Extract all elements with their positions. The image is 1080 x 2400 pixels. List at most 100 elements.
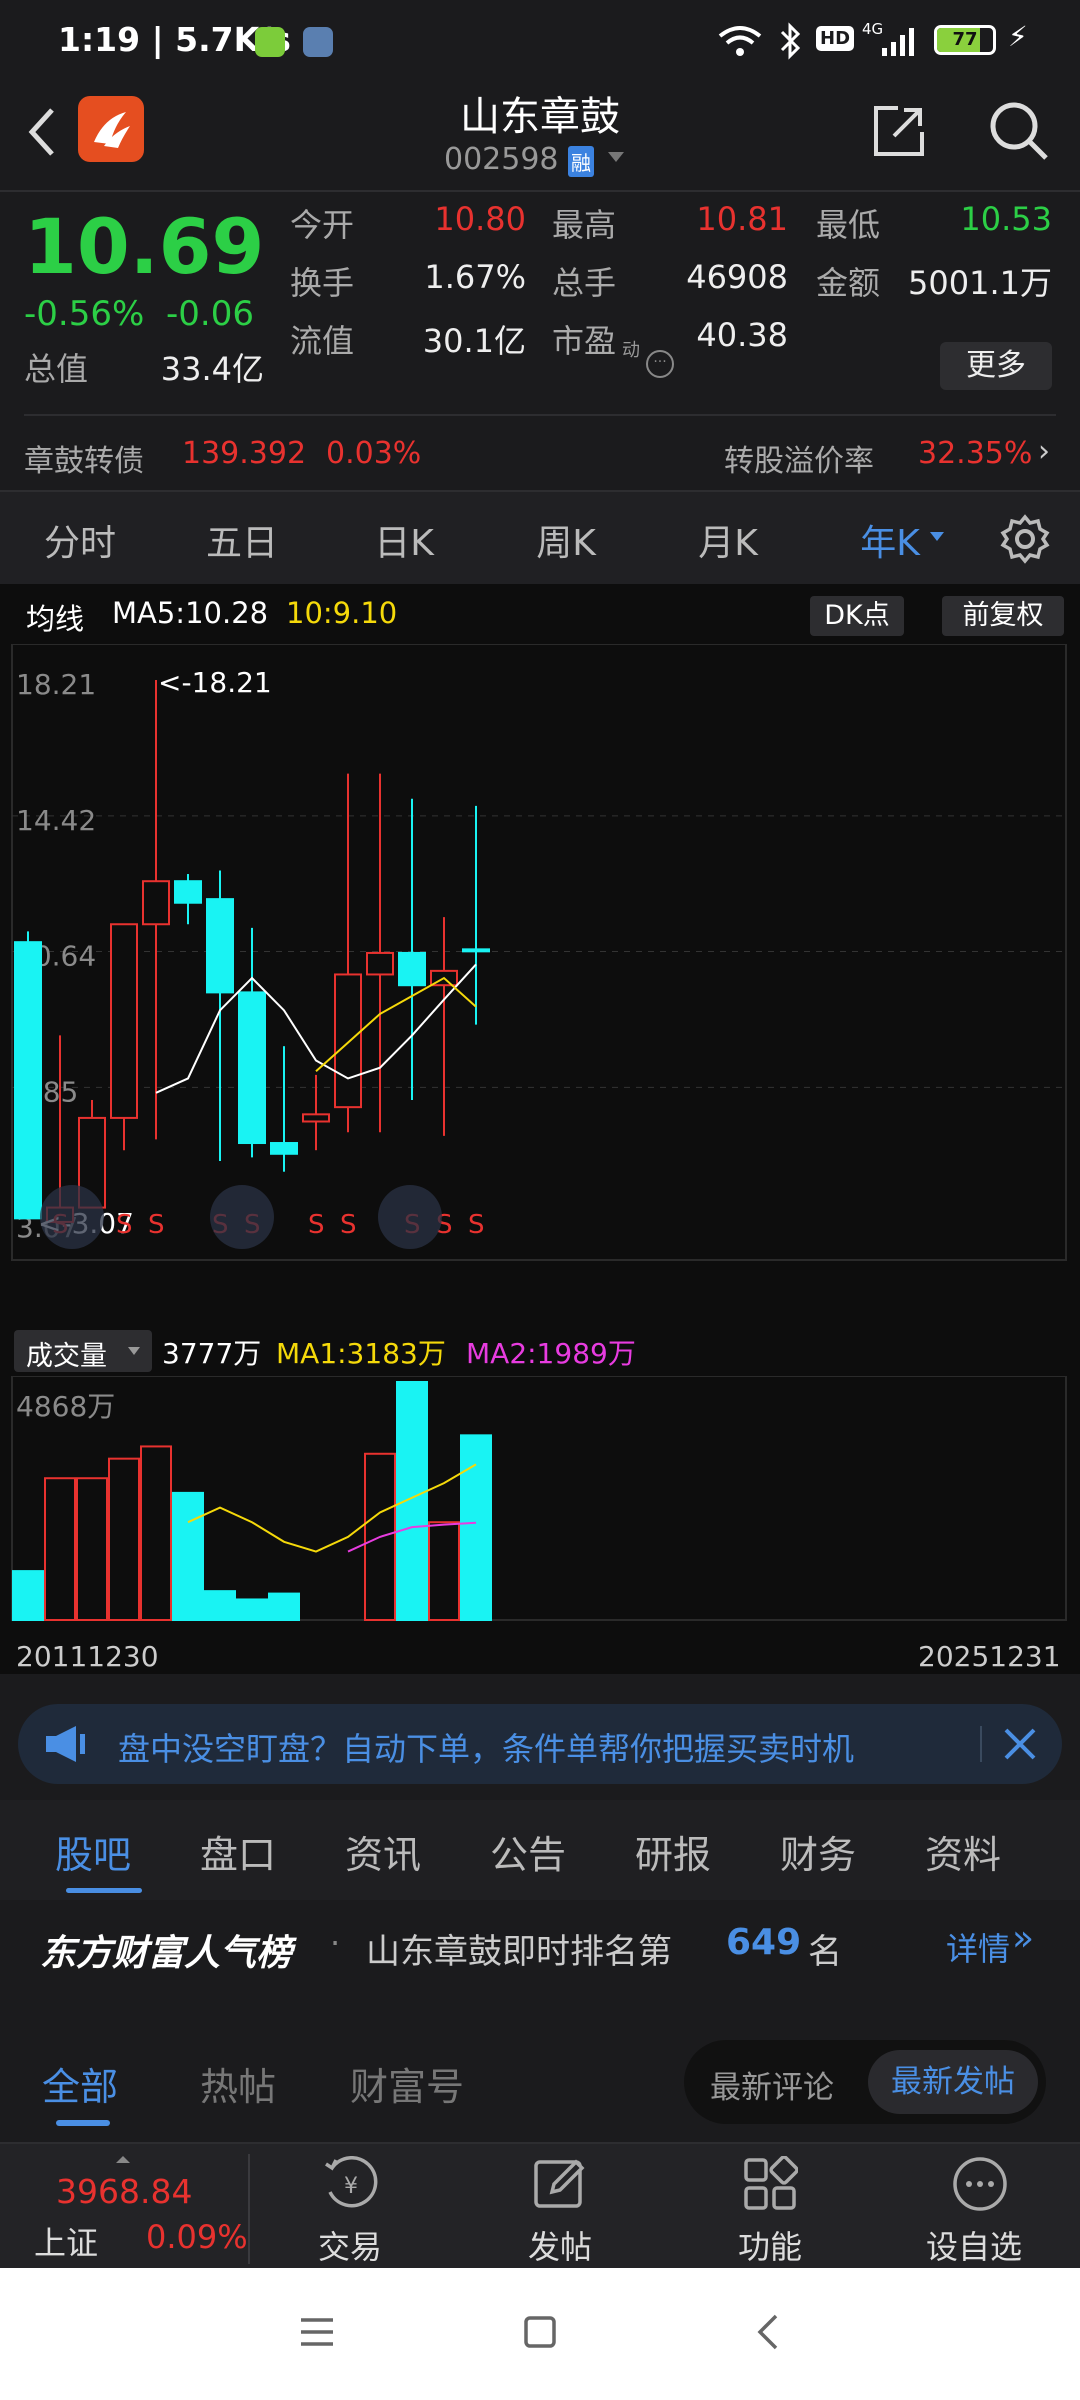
tab-hot[interactable]: 热帖 [200, 2056, 276, 2111]
section-tab[interactable]: 财务 [755, 1824, 881, 1879]
adjust-button[interactable]: 前复权 [942, 596, 1064, 636]
section-tab[interactable]: 研报 [610, 1824, 736, 1879]
nav-trade[interactable]: ¥ 交易 [280, 2144, 420, 2270]
rank-number: 649 [726, 1922, 802, 1963]
zoom-fullscreen-icon[interactable] [378, 1185, 442, 1249]
hd-icon: HD [816, 26, 855, 51]
kline-panel: 均线 MA5:10.28 10:9.10 DK点 前复权 18.21 14.42 1… [0, 584, 1080, 1674]
quote-label: 今开 [290, 206, 355, 244]
volume-bar [460, 1434, 492, 1622]
active-tab-indicator [66, 1888, 142, 1893]
chart-tab[interactable]: 日K [344, 514, 464, 566]
close-icon[interactable] [1002, 1726, 1038, 1762]
section-tab[interactable]: 资料 [900, 1824, 1026, 1879]
banner-text: 盘中没空盯盘？自动下单，条件单帮你把握买卖时机 [118, 1730, 855, 1768]
dk-button[interactable]: DK点 [810, 596, 904, 636]
convertible-bond-row[interactable]: 章鼓转债 139.392 0.03% 转股溢价率 32.35% › [0, 416, 1080, 492]
volume-bar [172, 1491, 204, 1621]
double-chevron-icon: » [1012, 1918, 1035, 1959]
tab-all[interactable]: 全部 [42, 2056, 118, 2111]
chart-tab[interactable]: 分时 [20, 514, 140, 566]
info-icon[interactable]: ··· [646, 350, 674, 378]
zoom-plus-icon[interactable] [210, 1185, 274, 1249]
back-nav-icon[interactable] [750, 2312, 786, 2352]
candle-body [366, 951, 394, 976]
candle-body [302, 1113, 330, 1123]
quote-label: 总手 [552, 264, 617, 302]
stock-code-row[interactable]: 002598 融 [440, 140, 640, 180]
zoom-minus-icon[interactable] [40, 1185, 104, 1249]
stock-code: 002598 [444, 142, 559, 177]
more-button[interactable]: 更多 [940, 342, 1052, 390]
index-name: 上证 [34, 2224, 99, 2262]
candle-body [462, 948, 490, 953]
quote-field: 今开 10.80 [290, 200, 526, 250]
ma5-line [155, 963, 477, 1094]
y-axis-label: 14.42 [16, 804, 96, 837]
ma10-label: 10:9.10 [286, 596, 398, 630]
quote-field: 流值 30.1亿 [290, 316, 526, 366]
promo-banner[interactable]: 盘中没空盯盘？自动下单，条件单帮你把握买卖时机 [18, 1704, 1062, 1784]
dot-separator: · [330, 1924, 341, 1962]
sort-toggle: 最新评论 最新发帖 [684, 2040, 1046, 2124]
high-marker: <-18.21 [158, 666, 272, 699]
volume-bar [12, 1570, 44, 1621]
index-ticker[interactable]: 3968.84 上证 0.09% [0, 2144, 248, 2270]
volume-bar [140, 1445, 172, 1622]
quote-value: 46908 [686, 258, 788, 296]
quote-value: 1.67% [424, 258, 526, 296]
index-pct: 0.09% [146, 2218, 248, 2256]
kline-chart[interactable]: 18.2114.4210.646.853.07<-18.21<-3.07SSSS… [0, 644, 1080, 1264]
section-tab[interactable]: 公告 [465, 1824, 591, 1879]
quote-value: 10.81 [696, 200, 788, 238]
tab-caifuhao[interactable]: 财富号 [350, 2056, 464, 2111]
section-tab[interactable]: 盘口 [175, 1824, 301, 1879]
candle-body [206, 898, 234, 994]
date-end: 20251231 [918, 1640, 1061, 1673]
sort-latest-post[interactable]: 最新发帖 [868, 2050, 1038, 2114]
nav-post[interactable]: 发帖 [490, 2144, 630, 2270]
section-tabs: 股吧 盘口 资讯 公告 研报 财务 资料 [0, 1800, 1080, 1900]
sell-signal-mark: S [308, 1210, 325, 1240]
quote-field: 换手 1.67% [290, 258, 526, 308]
volume-selector[interactable]: 成交量 [14, 1330, 152, 1372]
popularity-rank[interactable]: 东方财富人气榜 · 山东章鼓即时排名第 649 名 详情 » [0, 1900, 1080, 1992]
nav-label: 设自选 [926, 2228, 1023, 2266]
menu-icon[interactable] [298, 2314, 336, 2350]
volume-selector-label: 成交量 [26, 1341, 107, 1372]
active-post-tab-indicator [56, 2120, 110, 2126]
volume-bar [44, 1477, 76, 1621]
section-tab[interactable]: 资讯 [320, 1824, 446, 1879]
candle-body [270, 1142, 298, 1155]
volume-chart[interactable]: 4868万 [0, 1376, 1080, 1626]
rank-logo: 东方财富人气榜 [40, 1933, 293, 1974]
signal-icon [882, 28, 914, 56]
sort-latest-comment[interactable]: 最新评论 [710, 2062, 834, 2107]
chevron-up-icon [116, 2156, 130, 2163]
price-change: -0.06 [166, 294, 254, 334]
search-icon[interactable] [986, 98, 1050, 162]
candle-body [334, 973, 362, 1109]
nav-functions[interactable]: 功能 [700, 2144, 840, 2270]
chart-tab[interactable]: 周K [506, 514, 626, 566]
y-axis-label: 18.21 [16, 668, 96, 701]
nav-add-watchlist[interactable]: 设自选 [900, 2144, 1060, 2270]
gear-icon[interactable] [1000, 514, 1050, 564]
chart-tab[interactable]: 五日 [182, 514, 302, 566]
battery-percent: 77 [952, 29, 978, 50]
share-icon[interactable] [870, 102, 928, 160]
candle-body [142, 880, 170, 926]
home-icon[interactable] [522, 2314, 558, 2350]
charging-icon: ⚡ [1008, 20, 1028, 53]
back-icon[interactable] [22, 102, 62, 162]
volume-bar [204, 1590, 236, 1622]
quote-value: 10.80 [434, 200, 526, 238]
section-tab[interactable]: 股吧 [30, 1824, 156, 1879]
price-change-pct: -0.56% [24, 294, 145, 334]
banner-divider [980, 1726, 982, 1762]
chart-tab[interactable]: 月K [668, 514, 788, 566]
pe-sup: 动 [622, 340, 640, 361]
candle-body [110, 923, 138, 1119]
rong-badge: 融 [568, 146, 594, 177]
rank-detail-link[interactable]: 详情 [946, 1924, 1010, 1970]
